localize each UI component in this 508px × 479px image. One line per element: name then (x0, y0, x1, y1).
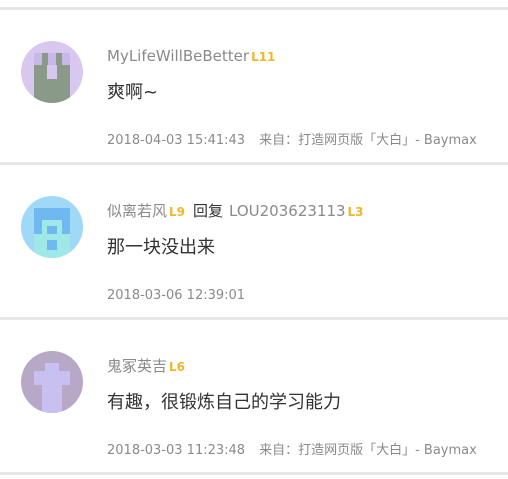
username-link[interactable]: 鬼冢英吉 (107, 357, 167, 375)
comment-meta: 2018-03-06 12:39:01 (107, 287, 245, 305)
level-badge: L11 (251, 50, 276, 64)
reply-label: 回复 (193, 202, 224, 220)
level-badge: L9 (169, 205, 186, 219)
comment-header: 鬼冢英吉 L6 (107, 356, 185, 377)
comment-item: MyLifeWillBeBetter L11 爽啊~ 2018-04-03 15:… (0, 10, 508, 162)
comment-source-link[interactable]: 来自：打造网页版「大白」- Baymax (259, 133, 477, 148)
level-badge: L3 (347, 205, 364, 219)
avatar-icon (21, 196, 83, 258)
comment-header: MyLifeWillBeBetter L11 (107, 46, 275, 67)
comment-list: MyLifeWillBeBetter L11 爽啊~ 2018-04-03 15:… (0, 0, 508, 479)
avatar-icon (21, 41, 83, 103)
comment-time: 2018-03-03 11:23:48 (107, 443, 246, 458)
comment-meta: 2018-03-03 11:23:48 来自：打造网页版「大白」- Baymax (107, 442, 477, 460)
comment-meta: 2018-04-03 15:41:43 来自：打造网页版「大白」- Baymax (107, 132, 477, 150)
divider (0, 472, 508, 475)
comment-source-link[interactable]: 来自：打造网页版「大白」- Baymax (259, 443, 477, 458)
comment-header: 似离若风 L9 回复 LOU203623113 L3 (107, 201, 364, 222)
comment-text: 那一块没出来 (107, 237, 215, 258)
username-link[interactable]: MyLifeWillBeBetter (107, 47, 249, 65)
comment-text: 爽啊~ (107, 82, 159, 103)
avatar[interactable] (21, 41, 83, 103)
level-badge: L6 (169, 360, 186, 374)
avatar[interactable] (21, 196, 83, 258)
avatar[interactable] (21, 351, 83, 413)
avatar-icon (21, 351, 83, 413)
comment-time: 2018-04-03 15:41:43 (107, 133, 246, 148)
username-link[interactable]: 似离若风 (107, 202, 167, 220)
comment-item: 似离若风 L9 回复 LOU203623113 L3 那一块没出来 2018-03-06… (0, 165, 508, 317)
comment-item: 鬼冢英吉 L6 有趣，很锻炼自己的学习能力 2018-03-03 11:23:48… (0, 320, 508, 472)
comment-time: 2018-03-06 12:39:01 (107, 288, 246, 303)
comment-text: 有趣，很锻炼自己的学习能力 (107, 392, 341, 413)
reply-target-link[interactable]: LOU203623113 (229, 202, 346, 220)
